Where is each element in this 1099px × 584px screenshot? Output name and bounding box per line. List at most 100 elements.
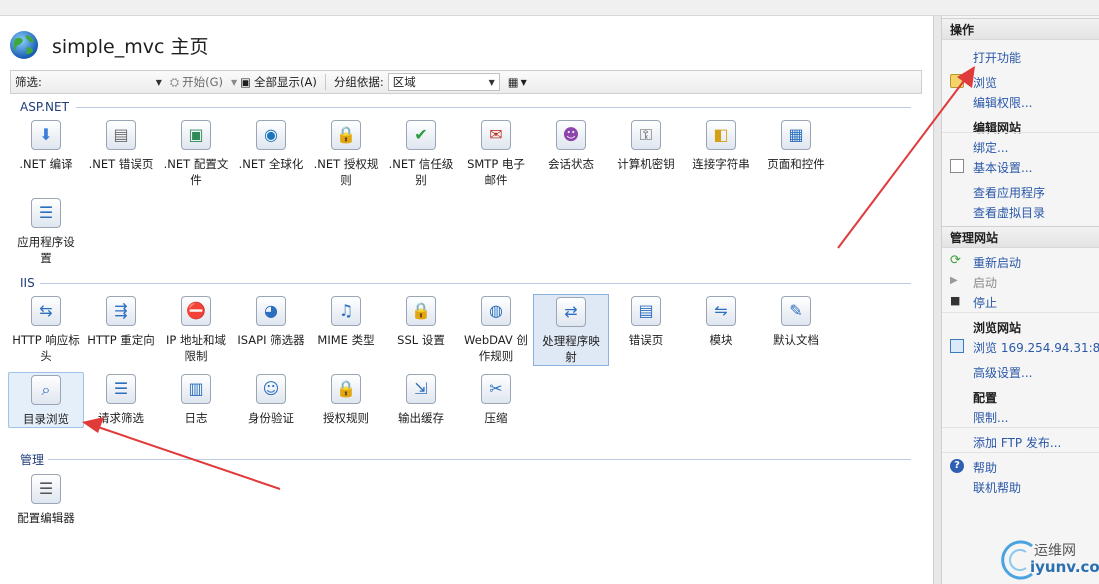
feature-label: 配置编辑器	[17, 511, 75, 525]
edit-permissions-link[interactable]: 编辑权限...	[973, 94, 1032, 111]
feature-item-aspnet-4[interactable]: 🔒 .NET 授权规则	[308, 118, 384, 188]
browse-link[interactable]: 浏览	[973, 74, 997, 91]
feature-iis-16-icon: ⇲	[404, 372, 438, 406]
view-applications-link[interactable]: 查看应用程序	[973, 184, 1045, 201]
feature-item-aspnet-3[interactable]: ◉ .NET 全球化	[233, 118, 309, 172]
feature-item-aspnet-9[interactable]: ◧ 连接字符串	[683, 118, 759, 172]
feature-label: 模块	[709, 333, 733, 347]
feature-item-manage-0[interactable]: ☰ 配置编辑器	[8, 472, 84, 526]
feature-item-iis-3[interactable]: ◕ ISAPI 筛选器	[233, 294, 309, 348]
online-help-link[interactable]: 联机帮助	[973, 479, 1021, 496]
feature-item-iis-12[interactable]: ☰ 请求筛选	[83, 372, 159, 426]
feature-item-iis-17[interactable]: ✂ 压缩	[458, 372, 534, 426]
toolbar-separator	[324, 74, 326, 90]
actions-header: 操作	[942, 18, 1099, 40]
feature-iis-8-icon: ▤	[629, 294, 663, 328]
feature-item-iis-13[interactable]: ▥ 日志	[158, 372, 234, 426]
feature-item-iis-7[interactable]: ⇄ 处理程序映射	[533, 294, 609, 366]
show-all-dropdown-icon: ▼	[230, 77, 238, 87]
browse-folder-icon	[950, 74, 964, 88]
feature-item-aspnet-8[interactable]: ⚿ 计算机密钥	[608, 118, 684, 172]
feature-iis-12-icon: ☰	[104, 372, 138, 406]
start-button[interactable]: ⛭ 开始(G)	[166, 74, 227, 90]
show-all-icon: ▣	[240, 75, 251, 89]
feature-label: 错误页	[628, 333, 664, 347]
feature-item-iis-15[interactable]: 🔒 授权规则	[308, 372, 384, 426]
feature-aspnet-5-icon: ✔	[404, 118, 438, 152]
browse-address-link[interactable]: 浏览 169.254.94.31:80	[973, 339, 1099, 356]
chevron-down-icon: ▼	[488, 77, 495, 87]
feature-iis-15-icon: 🔒	[329, 372, 363, 406]
feature-item-iis-0[interactable]: ⇆ HTTP 响应标头	[8, 294, 84, 364]
page-header: simple_mvc 主页	[8, 28, 208, 62]
group-header-manage[interactable]: 管理	[20, 452, 44, 467]
feature-item-iis-14[interactable]: ☺ 身份验证	[233, 372, 309, 426]
feature-aspnet-6-icon: ✉	[479, 118, 513, 152]
group-divider	[40, 283, 911, 284]
feature-iis-2-icon: ⛔	[179, 294, 213, 328]
feature-aspnet-3-icon: ◉	[254, 118, 288, 152]
feature-label: 压缩	[484, 411, 508, 425]
start-button-label: 开始(G)	[182, 75, 223, 89]
feature-label: 请求筛选	[98, 411, 144, 425]
configure-heading: 配置	[973, 391, 998, 405]
watermark: 运维网 iyunv.com	[996, 538, 1099, 580]
feature-label: .NET 编译	[19, 157, 73, 171]
feature-label-line2: 则	[340, 173, 352, 187]
view-mode-button[interactable]: ▦ ▼	[504, 75, 531, 89]
add-ftp-publishing-link[interactable]: 添加 FTP 发布...	[973, 434, 1061, 451]
section-divider	[942, 312, 1099, 313]
manage-site-header: 管理网站	[942, 226, 1099, 248]
basic-settings-link[interactable]: 基本设置...	[973, 159, 1032, 176]
section-divider	[942, 132, 1099, 133]
help-icon: ?	[950, 459, 964, 473]
bindings-link[interactable]: 绑定...	[973, 139, 1008, 156]
feature-item-aspnet-0[interactable]: ⬇ .NET 编译	[8, 118, 84, 172]
feature-item-iis-10[interactable]: ✎ 默认文档	[758, 294, 834, 348]
feature-item-iis-8[interactable]: ▤ 错误页	[608, 294, 684, 348]
feature-item-iis-2[interactable]: ⛔ IP 地址和域 限制	[158, 294, 234, 364]
feature-aspnet-11-icon: ☰	[29, 196, 63, 230]
restart-link[interactable]: 重新启动	[973, 254, 1021, 271]
feature-item-iis-11[interactable]: ⌕ 目录浏览	[8, 372, 84, 428]
browse-site-heading: 浏览网站	[973, 321, 1022, 335]
feature-item-iis-4[interactable]: ♫ MIME 类型	[308, 294, 384, 348]
feature-item-iis-5[interactable]: 🔒 SSL 设置	[383, 294, 459, 348]
group-header-iis[interactable]: IIS	[20, 276, 35, 290]
feature-label-line2: 置	[40, 251, 52, 265]
feature-item-iis-6[interactable]: ◍ WebDAV 创作规则	[458, 294, 534, 364]
group-header-aspnet[interactable]: ASP.NET	[20, 100, 69, 114]
feature-label: 日志	[184, 411, 208, 425]
show-all-button[interactable]: ▼ ▣ 全部显示(A)	[227, 74, 321, 90]
section-divider	[942, 452, 1099, 453]
feature-item-iis-16[interactable]: ⇲ 输出缓存	[383, 372, 459, 426]
feature-label-line2: 头	[40, 349, 52, 363]
feature-item-aspnet-2[interactable]: ▣ .NET 配置文件	[158, 118, 234, 188]
feature-aspnet-7-icon: ☻	[554, 118, 588, 152]
feature-label-line2: 射	[565, 350, 577, 364]
filter-toolbar: 筛选: ▼ ⛭ 开始(G) ▼ ▣ 全部显示(A) 分组依据: 区域 ▼ ▦ ▼	[10, 70, 922, 94]
filter-input[interactable]: ▼	[46, 73, 166, 91]
limits-link[interactable]: 限制...	[973, 409, 1008, 426]
view-virtual-directories-link[interactable]: 查看虚拟目录	[973, 204, 1045, 221]
open-feature-link[interactable]: 打开功能	[973, 49, 1021, 66]
stop-icon: ■	[950, 294, 961, 307]
feature-item-aspnet-5[interactable]: ✔ .NET 信任级别	[383, 118, 459, 188]
feature-item-iis-9[interactable]: ⇋ 模块	[683, 294, 759, 348]
start-link: 启动	[973, 276, 998, 290]
feature-iis-10-icon: ✎	[779, 294, 813, 328]
advanced-settings-link[interactable]: 高级设置...	[973, 364, 1032, 381]
feature-item-aspnet-1[interactable]: ▤ .NET 错误页	[83, 118, 159, 172]
feature-item-aspnet-6[interactable]: ✉ SMTP 电子 邮件	[458, 118, 534, 188]
feature-item-aspnet-11[interactable]: ☰ 应用程序设置	[8, 196, 84, 266]
feature-label: 默认文档	[773, 333, 819, 347]
stop-link[interactable]: 停止	[973, 294, 997, 311]
feature-aspnet-1-icon: ▤	[104, 118, 138, 152]
settings-page-icon	[950, 159, 964, 173]
group-by-select[interactable]: 区域 ▼	[387, 73, 500, 91]
help-link[interactable]: 帮助	[973, 459, 997, 476]
feature-item-aspnet-7[interactable]: ☻ 会话状态	[533, 118, 609, 172]
feature-item-aspnet-10[interactable]: ▦ 页面和控件	[758, 118, 834, 172]
feature-label: 应用程序设	[17, 235, 75, 249]
feature-item-iis-1[interactable]: ⇶ HTTP 重定向	[83, 294, 159, 348]
